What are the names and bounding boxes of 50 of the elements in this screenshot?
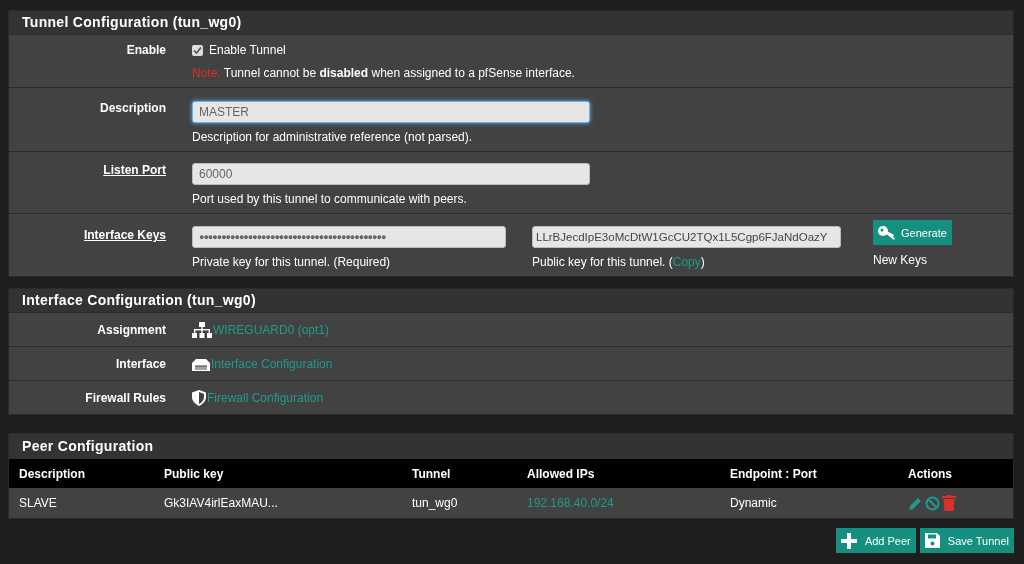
column-header: Public key xyxy=(164,466,224,481)
column-header: Actions xyxy=(908,466,952,481)
column-header: Description xyxy=(19,466,85,481)
link[interactable]: Interface Configuration xyxy=(211,356,333,371)
private-key-field[interactable]: ●●●●●●●●●●●●●●●●●●●●●●●●●●●●●●●●●●●●●●●●●● xyxy=(192,226,506,248)
panel-title: Peer Configuration xyxy=(22,438,154,454)
network-icon xyxy=(192,321,212,338)
panel-title: Interface Configuration (tun_wg0) xyxy=(22,292,256,308)
help-text: Description for administrative reference (not parsed). xyxy=(192,130,473,144)
save-tunnel-button[interactable]: Save Tunnel xyxy=(919,528,1014,553)
generate-button[interactable]: Generate xyxy=(873,220,952,245)
field-label: Description xyxy=(100,101,166,115)
add-peer-button[interactable]: Add Peer xyxy=(835,528,916,553)
field-label: Assignment xyxy=(97,322,166,337)
help-text: Private key for this tunnel. (Required) xyxy=(192,255,391,269)
shield-icon xyxy=(192,389,206,406)
note-text: Tunnel cannot be disabled when assigned to a pfSense interface. xyxy=(223,66,575,80)
table-cell: SLAVE xyxy=(19,496,57,510)
note-label: Note: xyxy=(192,66,221,80)
column-header: Allowed IPs xyxy=(527,466,595,481)
disable-icon[interactable] xyxy=(925,495,940,511)
help-text: New Keys xyxy=(873,253,928,267)
table-cell: Gk3IAV4irlEaxMAU... xyxy=(164,496,278,510)
delete-icon[interactable] xyxy=(942,495,956,511)
table-cell: tun_wg0 xyxy=(412,496,458,510)
link[interactable]: Firewall Configuration xyxy=(207,390,324,405)
field-label[interactable]: Listen Port xyxy=(103,163,166,177)
field-label: Firewall Rules xyxy=(85,390,166,405)
field-label: Interface xyxy=(115,356,166,371)
public-key-field[interactable]: LLrBJecdIpE3oMcDtW1GcCU2TQx1L5Cgp6FJaNdOazY xyxy=(532,226,841,248)
copy-link[interactable]: Copy xyxy=(672,255,701,269)
checkbox-label: Enable Tunnel xyxy=(209,43,286,57)
column-header: Tunnel xyxy=(412,466,451,481)
table-cell: Dynamic xyxy=(730,496,777,510)
panel-title: Tunnel Configuration (tun_wg0) xyxy=(22,14,242,30)
description-field[interactable]: MASTER xyxy=(192,101,590,123)
ethernet-port-icon xyxy=(192,356,210,371)
edit-icon[interactable] xyxy=(908,495,923,511)
help-text: Port used by this tunnel to communicate with peers. xyxy=(192,192,467,206)
checkbox[interactable] xyxy=(192,44,203,56)
help-text: Public key for this tunnel. (Copy) xyxy=(532,255,705,269)
column-header: Endpoint : Port xyxy=(730,466,817,481)
save-icon xyxy=(924,533,940,548)
plus-icon xyxy=(840,532,857,549)
field-label[interactable]: Interface Keys xyxy=(83,228,166,242)
link[interactable]: WIREGUARD0 (opt1) xyxy=(213,322,330,337)
listen-port-field[interactable]: 60000 xyxy=(192,163,590,185)
field-label: Enable xyxy=(126,43,166,57)
table-cell: 192.168.40.0/24 xyxy=(527,496,614,510)
key-icon xyxy=(878,224,896,241)
